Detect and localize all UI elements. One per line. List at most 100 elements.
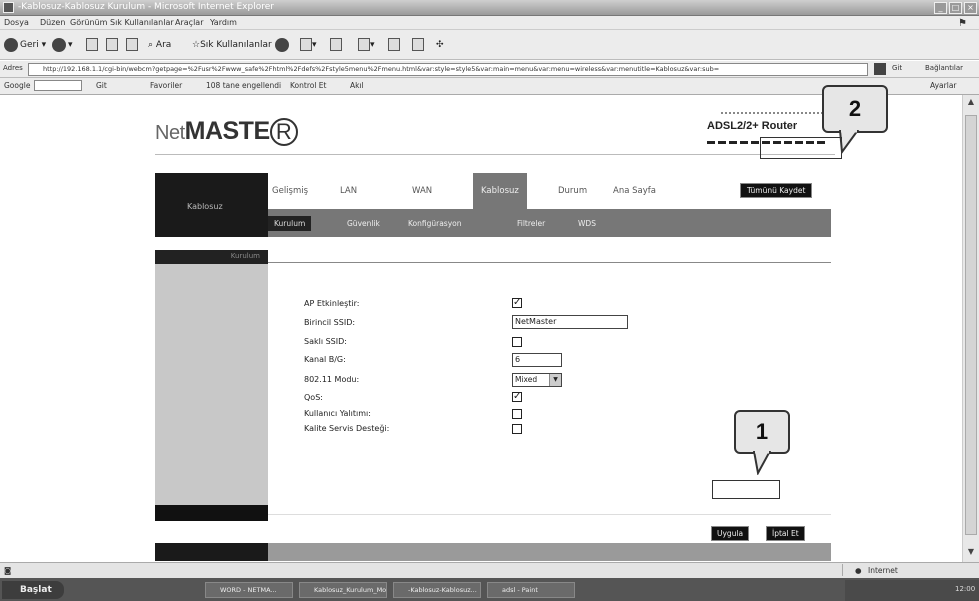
forward-arrow-icon [52,37,66,52]
subtab-configuration[interactable]: Konfigürasyon [408,219,462,228]
ssid1-input[interactable]: NetMaster [512,315,628,329]
tab-wireless[interactable]: Kablosuz [473,173,527,209]
subtab-filters[interactable]: Filtreler [517,219,545,228]
discuss-button[interactable] [388,37,400,53]
star-icon: ☆ [192,40,201,50]
menu-item-favorites[interactable]: Sık Kullanılanlar [110,18,174,27]
refresh-button[interactable] [106,37,118,53]
forward-button[interactable]: ▾ [52,37,73,53]
ssid1-label: Birincil SSID: [304,318,356,327]
browser-toolbar: Geri ▾ ▾ ⌕ Ara ☆Sık Kullanılanlar ▾ ▾ ✣ [0,30,979,60]
google-logo: Google [4,81,31,90]
research-button[interactable] [412,37,424,53]
menu-item-view[interactable]: Görünüm [70,18,107,27]
refresh-icon [106,38,118,51]
subtab-security[interactable]: Güvenlik [347,219,380,228]
go-arrow-icon[interactable] [874,63,886,75]
highlight-box-2 [760,137,842,159]
user-isolation-checkbox[interactable] [512,409,522,419]
internet-zone-icon: ● [855,566,862,575]
favorites-button[interactable]: ☆Sık Kullanılanlar [192,37,272,53]
history-button[interactable] [275,37,291,53]
window-title: -Kablosuz-Kablosuz Kurulum - Microsoft I… [18,2,274,12]
subtab-setup[interactable]: Kurulum [268,216,312,231]
product-name: ADSL2/2+ Router [707,120,798,132]
menu-item-tools[interactable]: Araçlar [175,18,203,27]
google-go-button[interactable]: Git [96,81,107,90]
address-bar: Adres http://192.168.1.1/cgi-bin/webcm?g… [0,61,979,78]
spellcheck-button[interactable]: Kontrol Et [290,81,326,90]
menu-item-edit[interactable]: Düzen [40,18,65,27]
back-button[interactable]: Geri ▾ [4,37,46,53]
search-button[interactable]: ⌕ Ara [148,37,171,53]
google-favorites-button[interactable]: Favoriler [150,81,182,90]
tab-lan[interactable]: LAN [340,186,357,196]
discuss-icon [388,38,400,51]
mail-button[interactable]: ▾ [300,37,317,53]
start-button[interactable]: Başlat [2,581,64,599]
tab-wan[interactable]: WAN [412,186,432,196]
channel-label: Kanal B/G: [304,355,346,364]
close-icon[interactable]: × [964,2,977,14]
channel-input[interactable]: 6 [512,353,562,367]
mode-label: 802.11 Modu: [304,375,360,384]
hide-ssid-checkbox[interactable] [512,337,522,347]
task-doc[interactable]: Kablosuz_Kurulum_Mo... [299,582,387,598]
wmm-checkbox[interactable] [512,424,522,434]
subtab-wds[interactable]: WDS [578,219,596,228]
qos-checkbox[interactable]: ✓ [512,392,522,402]
minimize-icon[interactable]: _ [934,2,947,14]
cancel-button[interactable]: İptal Et [766,526,805,541]
popup-blocked-button[interactable]: 108 tane engellendi [206,81,281,90]
back-arrow-icon [4,37,18,52]
messenger-button[interactable]: ✣ [436,37,444,53]
side-section-label: Kurulum [230,252,260,260]
scroll-thumb[interactable] [965,115,977,535]
scroll-up-icon[interactable]: ▲ [966,97,976,107]
save-all-button[interactable]: Tümünü Kaydet [740,183,813,198]
mode-select[interactable]: Mixed ▼ [512,373,562,387]
google-settings-button[interactable]: Ayarlar [930,81,957,90]
go-button[interactable]: Git [892,64,902,72]
tab-status[interactable]: Durum [558,186,587,196]
chevron-down-icon: ▼ [549,374,561,386]
search-icon: ⌕ [148,40,154,50]
callout-1: 1 [734,410,790,454]
history-icon [275,37,289,52]
address-input[interactable]: http://192.168.1.1/cgi-bin/webcm?getpage… [28,63,868,76]
edit-button[interactable]: ▾ [358,37,375,53]
print-button[interactable] [330,37,342,53]
research-icon [412,38,424,51]
autofill-button[interactable]: Akıl [350,81,364,90]
sidebar-header: Kablosuz [155,173,268,237]
links-label[interactable]: Bağlantılar [925,64,963,72]
maximize-icon[interactable]: □ [949,2,962,14]
highlight-box-1 [712,480,780,499]
stop-button[interactable] [86,37,98,53]
scroll-down-icon[interactable]: ▼ [966,547,976,557]
netmaster-logo: NetMASTE R [155,117,298,146]
home-button[interactable] [126,37,138,53]
page-footer-bar [155,543,831,561]
side-panel-footer [155,505,268,521]
menu-item-help[interactable]: Yardım [210,18,237,27]
vertical-scrollbar[interactable]: ▲ ▼ [962,95,979,562]
ap-enable-checkbox[interactable]: ✓ [512,298,522,308]
header-divider [155,154,835,155]
clock: 12:00 [955,585,976,593]
menu-item-file[interactable]: Dosya [4,18,29,27]
task-word[interactable]: WORD - NETMA... [205,582,293,598]
content-bottom-divider [268,514,831,515]
task-ie[interactable]: -Kablosuz-Kablosuz... [393,582,481,598]
callout-2: 2 [822,85,888,133]
windows-flag-icon: ⚑ [958,18,967,29]
address-label: Adres [3,64,23,72]
google-search-input[interactable] [34,80,82,91]
content-divider [268,262,831,263]
apply-button[interactable]: Uygula [711,526,750,541]
tab-home[interactable]: Ana Sayfa [613,186,656,196]
product-dots [721,112,831,115]
tab-advanced[interactable]: Gelişmiş [272,186,308,196]
wmm-label: Kalite Servis Desteği: [304,424,390,433]
task-paint[interactable]: adsl - Paint [487,582,575,598]
